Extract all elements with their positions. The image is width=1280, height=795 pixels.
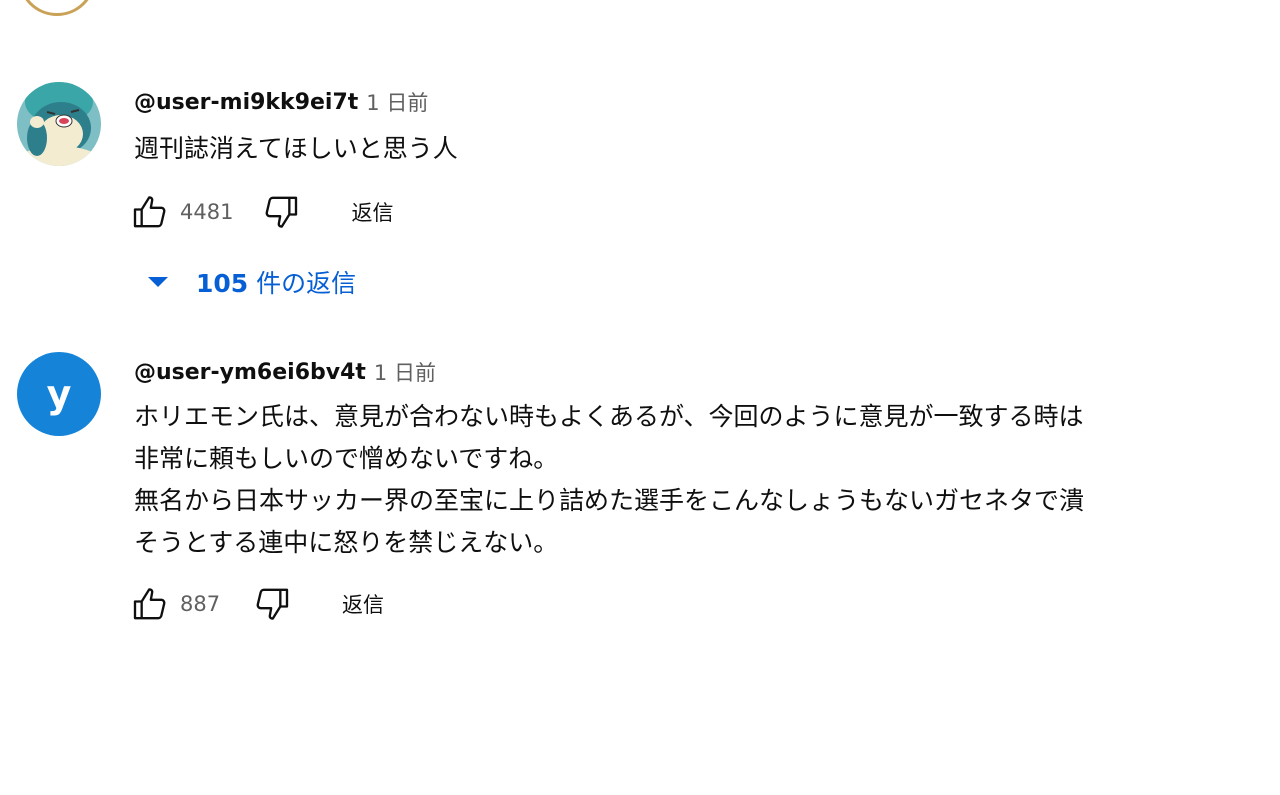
dislike-button[interactable] [259,190,303,234]
previous-comment-avatar[interactable] [18,0,96,16]
like-button[interactable] [128,582,172,626]
replies-count: 105 [196,269,249,298]
comment-header: @user-ym6ei6bv4t 1 日前 [134,356,436,388]
dislike-button[interactable] [250,582,294,626]
comment-actions: 4481 返信 [128,190,393,234]
comment-header: @user-mi9kk9ei7t 1 日前 [134,86,428,118]
caret-down-icon [138,260,178,304]
thumbs-down-icon [266,196,298,228]
avatar[interactable] [17,82,101,166]
like-count: 4481 [180,200,234,224]
reply-button[interactable]: 返信 [342,589,384,619]
comment-text: ホリエモン氏は、意見が合わない時もよくあるが、今回のように意見が一致する時は 非… [134,402,1085,557]
author-name[interactable]: @user-mi9kk9ei7t [134,90,358,115]
comment-time[interactable]: 1 日前 [366,87,428,117]
thumbs-down-icon [256,588,289,620]
thumbs-up-icon [133,196,166,228]
comment-time[interactable]: 1 日前 [374,357,436,387]
author-name[interactable]: @user-ym6ei6bv4t [134,360,366,385]
avatar-emblem-icon [29,0,85,9]
comment-actions: 887 返信 [128,582,384,626]
snorlax-avatar-icon [17,82,101,166]
like-count: 887 [180,592,221,616]
avatar[interactable]: y [17,352,101,436]
view-replies-button[interactable]: 105 件の返信 [138,260,356,304]
thumbs-up-icon [133,588,166,620]
like-button[interactable] [128,190,172,234]
comment-text: 週刊誌消えてほしいと思う人 [134,134,458,163]
replies-label: 105 件の返信 [196,264,356,300]
replies-text: 件の返信 [248,269,357,298]
comments-section: @user-mi9kk9ei7t 1 日前 週刊誌消えてほしいと思う人 4481… [0,0,1280,795]
reply-button[interactable]: 返信 [351,197,393,227]
